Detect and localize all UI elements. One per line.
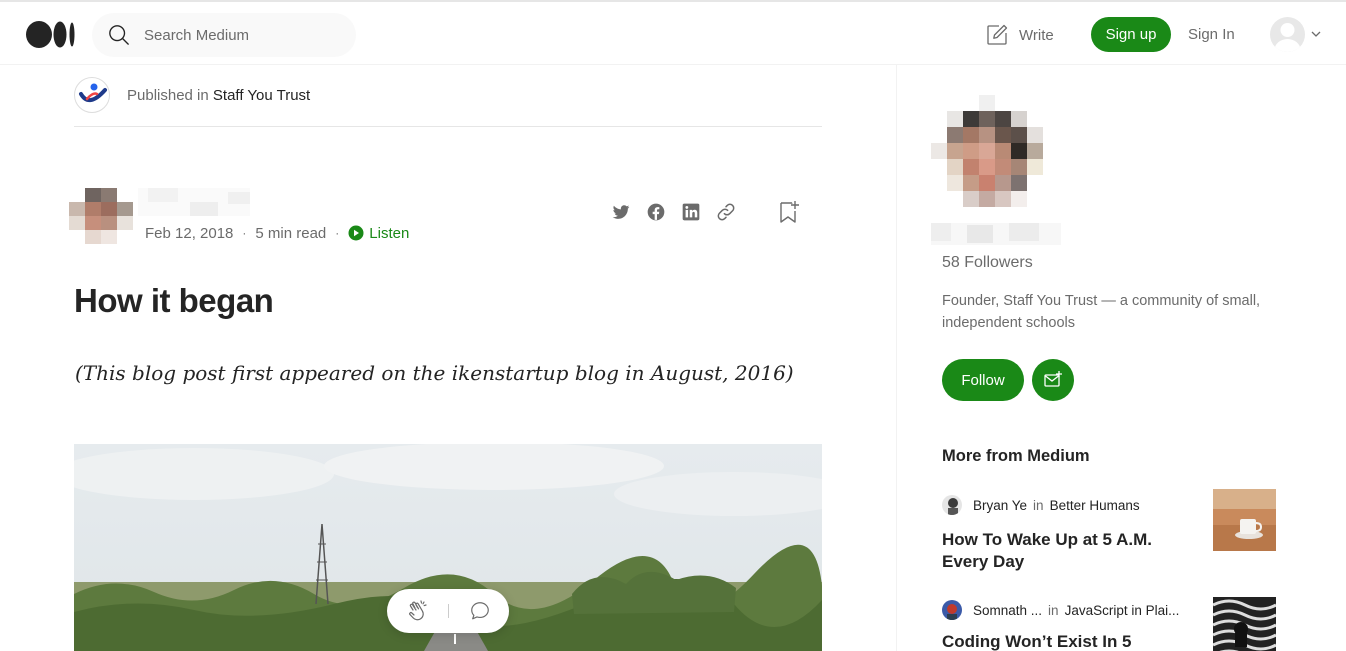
rec-byline: Somnath ... in JavaScript in Plai... — [973, 603, 1179, 618]
twitter-icon[interactable] — [611, 202, 631, 222]
published-in-prefix: Published in — [127, 87, 209, 104]
clap-divider — [448, 604, 449, 618]
user-menu[interactable] — [1270, 17, 1322, 53]
more-from-medium-heading: More from Medium — [942, 447, 1090, 465]
rec-title[interactable]: How To Wake Up at 5 A.M. Every Day — [942, 529, 1182, 573]
rec-thumbnail[interactable] — [1213, 489, 1276, 551]
write-icon — [987, 24, 1008, 45]
chevron-down-icon — [1311, 31, 1321, 37]
publication-name-link[interactable]: Staff You Trust — [213, 87, 310, 104]
article-intro: (This blog post first appeared on the ik… — [75, 361, 794, 385]
rec-in-label: in — [1033, 498, 1044, 513]
email-subscribe-icon — [1044, 371, 1062, 387]
bookmark-add-icon[interactable] — [779, 200, 799, 224]
author-avatar[interactable] — [69, 188, 133, 244]
medium-logo[interactable] — [26, 20, 76, 49]
rec-title[interactable]: Coding Won’t Exist In 5 Years. — [942, 631, 1182, 651]
rec-author-photo — [942, 495, 962, 515]
read-time: 5 min read — [255, 224, 327, 242]
search-icon — [109, 25, 129, 45]
rec-in-label: in — [1048, 603, 1059, 618]
copy-link-icon[interactable] — [716, 202, 736, 222]
meta-separator: · — [242, 226, 247, 240]
listen-button[interactable]: Listen — [348, 225, 409, 242]
author-sidebar: 58 Followers Founder, Staff You Trust — … — [896, 65, 1346, 651]
top-navigation-bar: Write Sign up Sign In — [0, 0, 1346, 65]
sign-up-button[interactable]: Sign up — [1091, 17, 1171, 52]
rec-author-avatar[interactable] — [942, 495, 962, 515]
rec-author-name[interactable]: Somnath ... — [973, 603, 1042, 618]
profile-name-redacted — [931, 223, 1061, 245]
user-avatar — [1270, 17, 1305, 52]
write-label: Write — [1019, 26, 1054, 44]
clap-icon[interactable] — [406, 599, 430, 623]
author-bio: Founder, Staff You Trust — a community o… — [942, 293, 1261, 331]
comment-icon[interactable] — [469, 600, 491, 622]
publication-logo-icon — [79, 83, 107, 102]
linkedin-icon[interactable] — [681, 202, 701, 222]
play-icon — [348, 225, 364, 241]
publication-logo[interactable] — [74, 77, 110, 113]
write-button[interactable]: Write — [985, 22, 1054, 48]
published-in-label: Published in Staff You Trust — [127, 87, 310, 104]
publication-bar: Published in Staff You Trust — [74, 77, 822, 127]
rec-thumbnail[interactable] — [1213, 597, 1276, 651]
meta-separator: · — [335, 226, 340, 240]
sign-in-link[interactable]: Sign In — [1188, 26, 1235, 43]
facebook-icon[interactable] — [646, 202, 666, 222]
rec-author-name[interactable]: Bryan Ye — [973, 498, 1027, 513]
article-meta: Feb 12, 2018 · 5 min read · Listen — [145, 224, 409, 242]
rec-author-photo — [942, 600, 962, 620]
listen-label: Listen — [369, 224, 410, 242]
rec-byline: Bryan Ye in Better Humans — [973, 498, 1140, 513]
follow-button[interactable]: Follow — [942, 359, 1024, 401]
clap-comment-bar — [387, 589, 509, 633]
search-input[interactable] — [144, 24, 334, 46]
rec-publication-name[interactable]: Better Humans — [1050, 498, 1140, 513]
followers-count[interactable]: 58 Followers — [942, 254, 1033, 272]
profile-avatar[interactable] — [931, 95, 1045, 209]
user-placeholder-icon — [1274, 23, 1301, 52]
rec-author-avatar[interactable] — [942, 600, 962, 620]
search-box — [92, 13, 356, 57]
author-name-redacted — [138, 188, 250, 216]
publish-date: Feb 12, 2018 — [145, 224, 234, 242]
subscribe-email-button[interactable] — [1032, 359, 1074, 401]
article-title: How it began — [74, 282, 274, 319]
rec-publication-name[interactable]: JavaScript in Plai... — [1065, 603, 1180, 618]
